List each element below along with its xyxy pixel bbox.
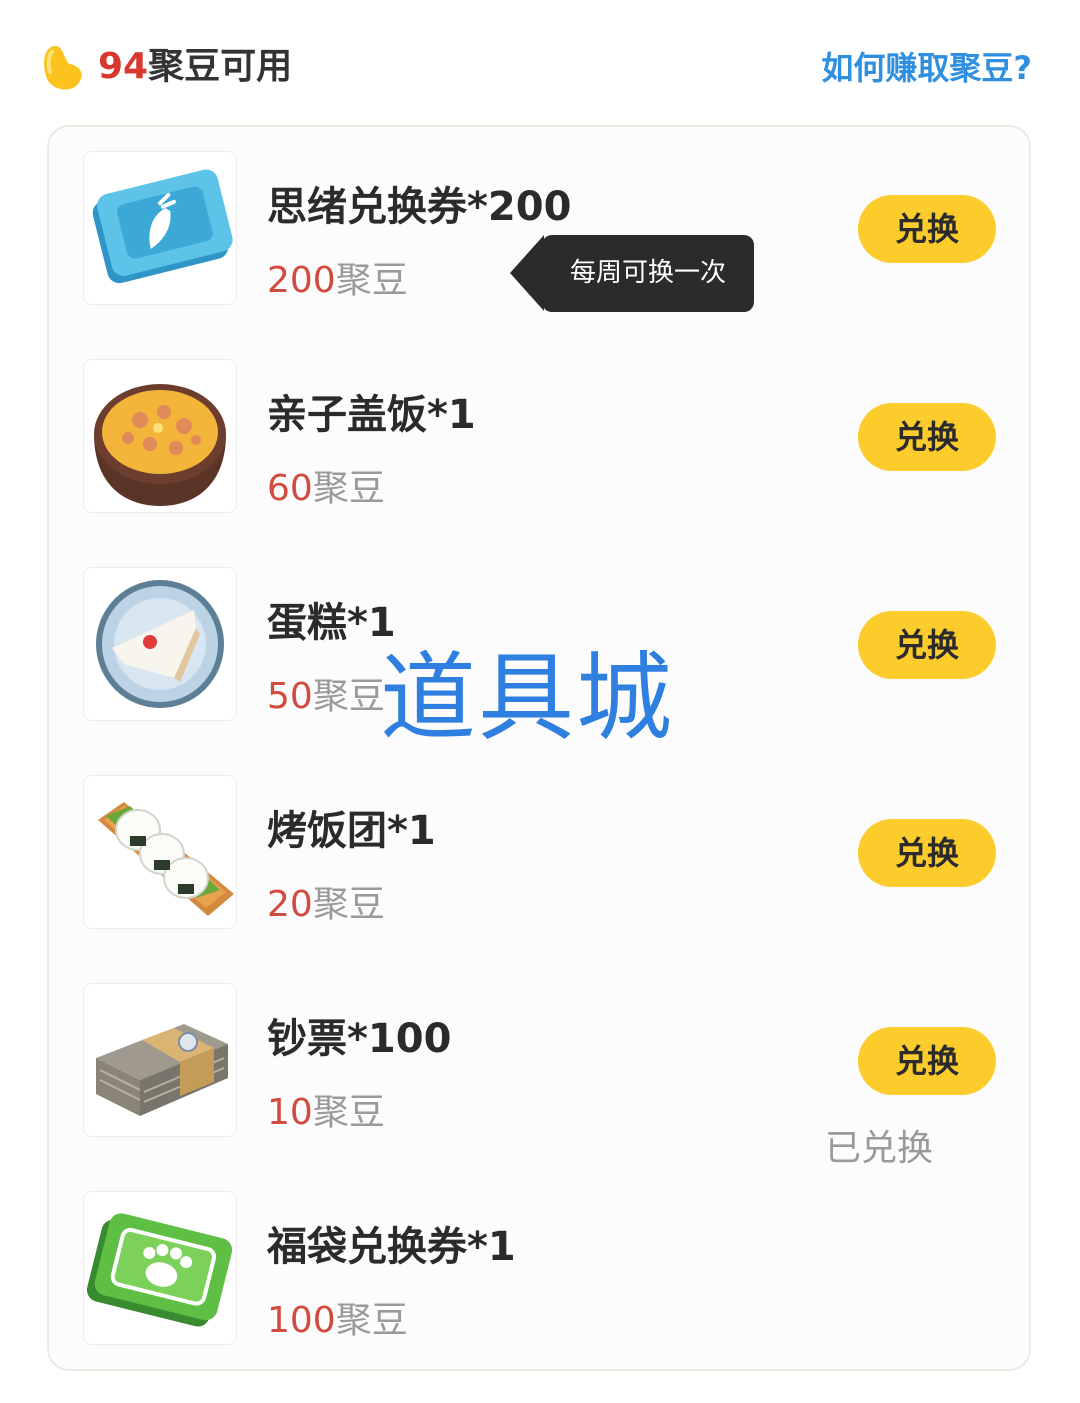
- item-thumbnail: [83, 983, 237, 1137]
- weekly-limit-tooltip: 每周可换一次: [542, 235, 754, 312]
- balance-header: 94聚豆可用 如何赚取聚豆?: [40, 38, 1040, 98]
- price-number: 60: [267, 468, 313, 509]
- price-unit: 聚豆: [312, 1092, 385, 1133]
- item-price: 50聚豆: [267, 675, 385, 719]
- balance-label: 聚豆可用: [148, 46, 293, 87]
- list-item: 福袋兑换券*1 100聚豆: [49, 1167, 1029, 1347]
- banknotes-icon: [96, 1024, 228, 1116]
- redeem-button[interactable]: 兑换: [858, 195, 996, 263]
- tooltip-arrow: [510, 235, 544, 311]
- price-unit: 聚豆: [312, 676, 385, 717]
- list-item: 亲子盖饭*1 60聚豆 兑换: [49, 335, 1029, 515]
- item-name: 思绪兑换券*200: [267, 184, 572, 230]
- shop-page: 94聚豆可用 如何赚取聚豆? 思绪兑换券*200 200聚豆 兑换 亲子盖饭*1…: [0, 0, 1080, 1403]
- price-number: 20: [267, 884, 313, 925]
- ticket-paw-icon: [86, 1213, 233, 1327]
- redeem-button[interactable]: 兑换: [858, 611, 996, 679]
- how-to-earn-link[interactable]: 如何赚取聚豆?: [821, 46, 1032, 90]
- list-item: 烤饭团*1 20聚豆 兑换: [49, 751, 1029, 931]
- item-name: 烤饭团*1: [267, 808, 436, 854]
- price-number: 10: [267, 1092, 313, 1133]
- bean-icon: [44, 45, 82, 90]
- price-unit: 聚豆: [312, 468, 385, 509]
- item-price: 100聚豆: [267, 1299, 408, 1343]
- rice-bowl-icon: [94, 384, 226, 506]
- item-name: 亲子盖饭*1: [267, 392, 476, 438]
- item-name: 福袋兑换券*1: [267, 1224, 516, 1270]
- bean-balance: 94聚豆可用: [98, 44, 292, 90]
- price-unit: 聚豆: [335, 1300, 408, 1341]
- item-price: 20聚豆: [267, 883, 385, 927]
- redeem-button[interactable]: 兑换: [858, 819, 996, 887]
- item-thumbnail: [83, 151, 237, 305]
- watermark-title: 道具城: [380, 642, 674, 754]
- price-unit: 聚豆: [312, 884, 385, 925]
- redeem-button[interactable]: 兑换: [858, 403, 996, 471]
- list-item: 钞票*100 10聚豆 兑换: [49, 959, 1029, 1139]
- rice-ball-icon: [98, 802, 234, 916]
- cake-icon: [96, 580, 224, 708]
- price-number: 100: [267, 1300, 336, 1341]
- item-name: 蛋糕*1: [267, 600, 396, 646]
- item-thumbnail: [83, 775, 237, 929]
- item-price: 10聚豆: [267, 1091, 385, 1135]
- redeem-button[interactable]: 兑换: [858, 1027, 996, 1095]
- price-unit: 聚豆: [335, 260, 408, 301]
- price-number: 200: [267, 260, 336, 301]
- item-thumbnail: [83, 1191, 237, 1345]
- item-price: 200聚豆: [267, 259, 408, 303]
- balance-number: 94: [98, 46, 149, 87]
- price-number: 50: [267, 676, 313, 717]
- ticket-carrot-icon: [92, 169, 233, 284]
- item-thumbnail: [83, 359, 237, 513]
- redeemed-status: 已兑换: [824, 1128, 933, 1169]
- item-name: 钞票*100: [267, 1016, 452, 1062]
- item-price: 60聚豆: [267, 467, 385, 511]
- item-thumbnail: [83, 567, 237, 721]
